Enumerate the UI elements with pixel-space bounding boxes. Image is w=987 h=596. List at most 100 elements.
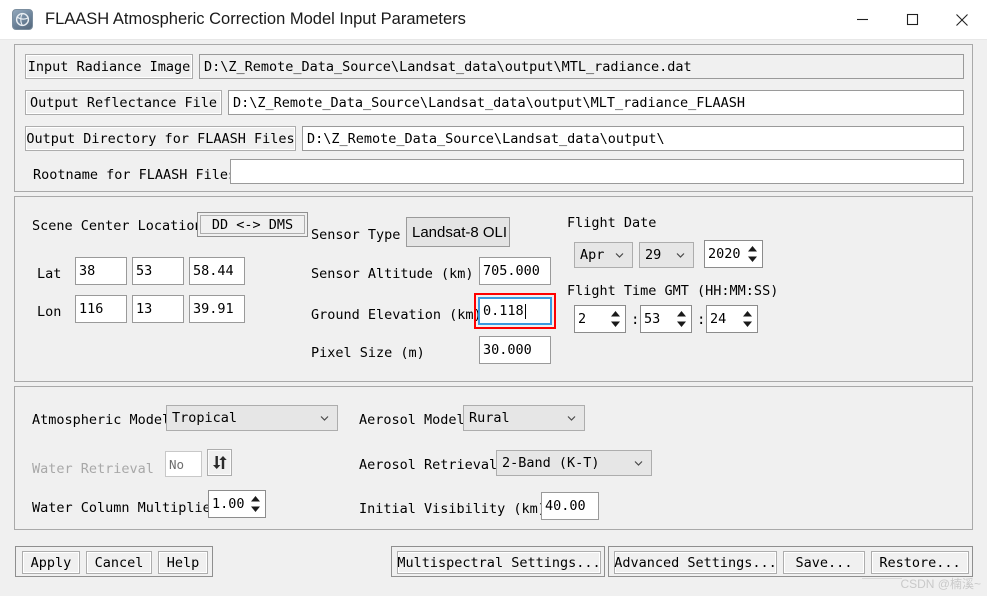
rootname-field[interactable] (230, 159, 964, 184)
apply-button-label: Apply (30, 554, 72, 571)
water-retrieval-field: No (165, 451, 202, 477)
sensor-altitude-field[interactable]: 705.000 (479, 257, 551, 285)
flaash-dialog-window: FLAASH Atmospheric Correction Model Inpu… (0, 0, 987, 596)
sensor-type-field[interactable]: Landsat-8 OLI (406, 217, 510, 247)
scene-sensor-panel: Scene Center Location DD <-> DMS Lat 38 … (14, 196, 973, 382)
water-retrieval-toggle-button[interactable] (207, 449, 232, 476)
restore-button[interactable]: Restore... (871, 551, 969, 574)
title-bar: FLAASH Atmospheric Correction Model Inpu… (0, 0, 987, 40)
sensor-altitude-label: Sensor Altitude (km) (311, 266, 474, 282)
primary-actions-group: Apply Cancel Help (15, 546, 213, 577)
advanced-settings-label: Advanced Settings... (614, 554, 777, 571)
input-radiance-image-value: D:\Z_Remote_Data_Source\Landsat_data\out… (204, 58, 692, 75)
pixel-size-field[interactable]: 30.000 (479, 336, 551, 364)
input-radiance-image-label: Input Radiance Image (27, 58, 191, 75)
model-settings-panel: Atmospheric Model Tropical Water Retriev… (14, 386, 973, 530)
flight-second-spinner[interactable]: 24 (706, 305, 758, 333)
flight-day-dropdown[interactable]: 29 (639, 242, 694, 268)
lat-degrees-field[interactable]: 38 (75, 257, 127, 285)
ground-elevation-value: 0.118 (483, 303, 524, 319)
save-button-label: Save... (795, 554, 853, 571)
text-cursor (524, 303, 526, 319)
dd-dms-toggle-label: DD <-> DMS (211, 216, 294, 233)
chevron-down-icon (566, 413, 577, 424)
water-column-multiplier-spinner[interactable]: 1.00 (208, 490, 266, 518)
water-retrieval-value: No (169, 456, 185, 472)
sensor-type-value: Landsat-8 OLI (412, 223, 508, 241)
scene-center-location-label: Scene Center Location (32, 218, 203, 234)
atmospheric-model-dropdown[interactable]: Tropical (166, 405, 338, 431)
pixel-size-value: 30.000 (483, 342, 532, 358)
lat-label: Lat (37, 266, 62, 282)
apply-button[interactable]: Apply (22, 551, 80, 574)
save-button[interactable]: Save... (783, 551, 865, 574)
output-directory-label: Output Directory for FLAASH Files (26, 130, 295, 147)
spinner-arrows-icon[interactable] (610, 311, 621, 328)
water-retrieval-label: Water Retrieval (32, 461, 154, 477)
rootname-label: Rootname for FLAASH Files (33, 167, 237, 183)
ground-elevation-label: Ground Elevation (km) (311, 307, 482, 323)
envi-globe-icon (12, 9, 33, 30)
flight-year-spinner[interactable]: 2020 (704, 240, 763, 268)
lon-seconds-value: 39.91 (193, 301, 234, 317)
sensor-altitude-value: 705.000 (483, 263, 540, 279)
multispectral-settings-group: Multispectral Settings... (391, 546, 605, 577)
input-radiance-image-button[interactable]: Input Radiance Image (25, 54, 193, 79)
cancel-button[interactable]: Cancel (86, 551, 152, 574)
output-reflectance-file-button[interactable]: Output Reflectance File (25, 90, 222, 115)
spinner-arrows-icon[interactable] (742, 311, 753, 328)
lon-degrees-value: 116 (79, 301, 104, 317)
flight-minute-value: 53 (644, 311, 661, 327)
flight-month-dropdown[interactable]: Apr (574, 242, 633, 268)
input-radiance-image-field[interactable]: D:\Z_Remote_Data_Source\Landsat_data\out… (199, 54, 964, 79)
time-separator-2: : (697, 312, 706, 328)
atmospheric-model-value: Tropical (172, 410, 238, 426)
output-reflectance-file-field[interactable]: D:\Z_Remote_Data_Source\Landsat_data\out… (228, 90, 964, 115)
output-reflectance-file-value: D:\Z_Remote_Data_Source\Landsat_data\out… (233, 94, 746, 111)
water-column-multiplier-label: Water Column Multiplier (32, 500, 219, 516)
flight-time-label: Flight Time GMT (HH:MM:SS) (567, 283, 779, 299)
flight-minute-spinner[interactable]: 53 (640, 305, 692, 333)
file-paths-panel: Input Radiance Image D:\Z_Remote_Data_So… (14, 44, 973, 192)
flight-day-value: 29 (645, 247, 662, 263)
flight-month-value: Apr (580, 247, 605, 263)
aerosol-model-value: Rural (469, 410, 510, 426)
water-column-multiplier-value: 1.00 (212, 496, 245, 512)
multispectral-settings-button[interactable]: Multispectral Settings... (397, 551, 601, 574)
lon-degrees-field[interactable]: 116 (75, 295, 127, 323)
spinner-arrows-icon[interactable] (747, 246, 758, 263)
maximize-icon[interactable] (887, 0, 937, 39)
chevron-down-icon (633, 458, 644, 469)
flight-hour-spinner[interactable]: 2 (574, 305, 626, 333)
aerosol-retrieval-dropdown[interactable]: 2-Band (K-T) (496, 450, 652, 476)
aerosol-retrieval-label: Aerosol Retrieval (359, 457, 498, 473)
time-separator-1: : (631, 312, 640, 328)
lat-seconds-field[interactable]: 58.44 (189, 257, 245, 285)
initial-visibility-field[interactable]: 40.00 (541, 492, 599, 520)
sensor-type-label: Sensor Type (311, 227, 401, 243)
dd-dms-toggle-button[interactable]: DD <-> DMS (197, 212, 308, 237)
aerosol-model-dropdown[interactable]: Rural (463, 405, 585, 431)
spinner-arrows-icon[interactable] (250, 496, 261, 513)
window-controls (837, 0, 987, 39)
spinner-arrows-icon[interactable] (676, 311, 687, 328)
output-directory-button[interactable]: Output Directory for FLAASH Files (25, 126, 296, 151)
advanced-settings-button[interactable]: Advanced Settings... (614, 551, 777, 574)
help-button[interactable]: Help (158, 551, 208, 574)
window-title: FLAASH Atmospheric Correction Model Inpu… (45, 10, 466, 28)
chevron-down-icon (614, 250, 625, 261)
lat-minutes-field[interactable]: 53 (132, 257, 184, 285)
initial-visibility-label: Initial Visibility (km) (359, 501, 546, 517)
minimize-icon[interactable] (837, 0, 887, 39)
output-reflectance-file-label: Output Reflectance File (30, 94, 217, 111)
close-icon[interactable] (937, 0, 987, 39)
lon-seconds-field[interactable]: 39.91 (189, 295, 245, 323)
multispectral-settings-label: Multispectral Settings... (397, 554, 601, 571)
lon-minutes-field[interactable]: 13 (132, 295, 184, 323)
atmospheric-model-label: Atmospheric Model (32, 412, 171, 428)
aerosol-retrieval-value: 2-Band (K-T) (502, 455, 600, 471)
ground-elevation-field[interactable]: 0.118 (478, 297, 552, 325)
output-directory-field[interactable]: D:\Z_Remote_Data_Source\Landsat_data\out… (302, 126, 964, 151)
lon-label: Lon (37, 304, 62, 320)
lat-degrees-value: 38 (79, 263, 96, 279)
